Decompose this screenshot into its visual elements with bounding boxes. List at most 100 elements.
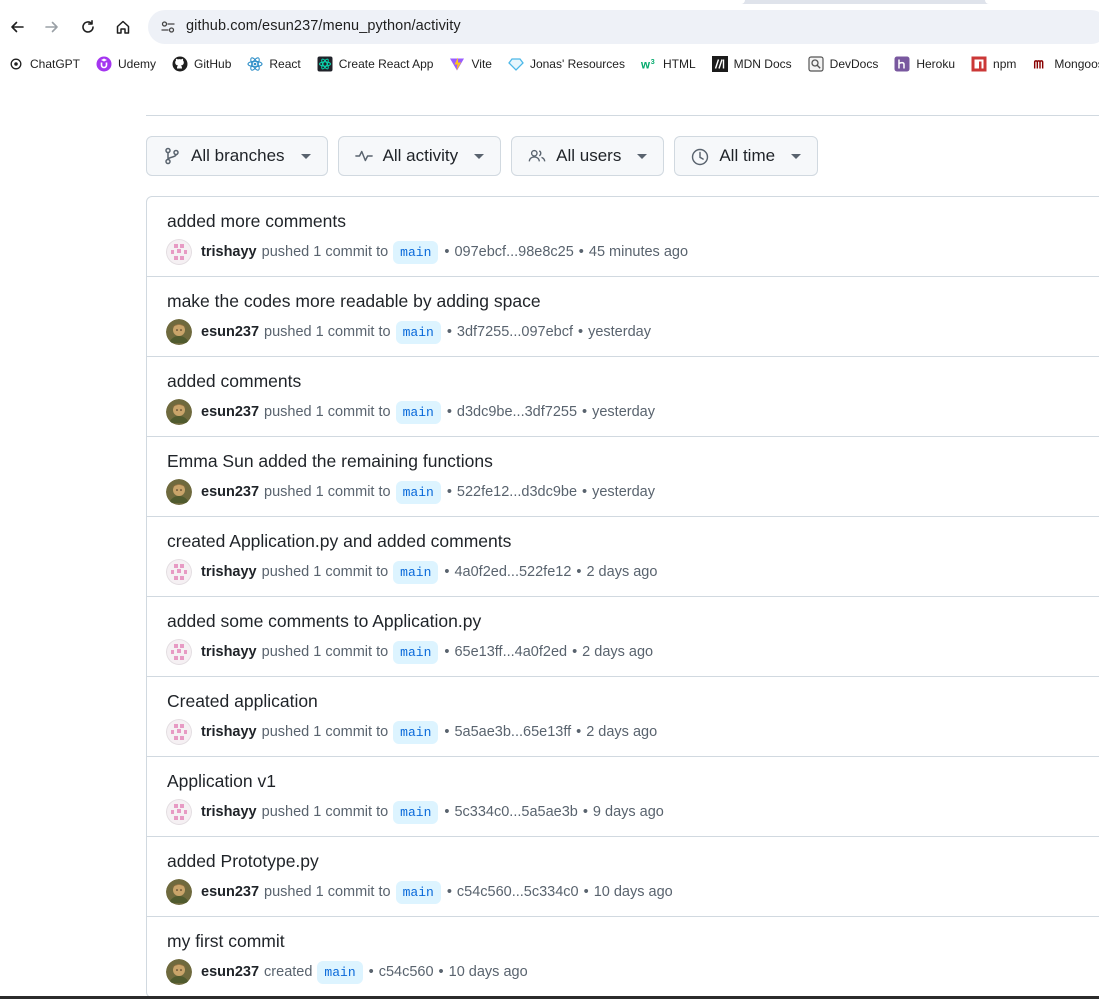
triangle-down-icon — [474, 153, 485, 159]
commit-message-link[interactable]: make the codes more readable by adding s… — [167, 291, 541, 312]
bookmark-mdn-docs[interactable]: MDN Docs — [704, 52, 800, 76]
avatar-photo[interactable] — [166, 479, 192, 505]
avatar-identicon[interactable] — [166, 719, 192, 745]
npm-icon — [971, 56, 987, 72]
activity-meta: trishayy pushed 1 commit to main • 5a5ae3b..… — [166, 719, 657, 745]
active-tab[interactable] — [0, 0, 745, 4]
commit-message-link[interactable]: my first commit — [167, 931, 285, 952]
branch-label[interactable]: main — [395, 400, 441, 424]
separator-dot: • — [438, 964, 444, 980]
avatar-photo[interactable] — [166, 319, 192, 345]
branch-label[interactable]: main — [395, 480, 441, 504]
bookmark-html[interactable]: w 3 HTML — [633, 52, 704, 76]
activity-row: added more comments trishayy pushed 1 comm… — [147, 197, 1099, 277]
arrow-right-icon — [45, 21, 58, 33]
filter-all-branches-button[interactable]: All branches — [146, 136, 328, 176]
commit-message-link[interactable]: created Application.py and added comment… — [167, 531, 511, 552]
commit-range-link[interactable]: d3dc9be...3df7255 — [457, 404, 577, 420]
branch-label[interactable]: main — [395, 320, 441, 344]
relative-time: 10 days ago — [448, 964, 528, 980]
branch-label[interactable]: main — [317, 960, 363, 984]
commit-message-link[interactable]: Application v1 — [167, 771, 276, 792]
commit-message-link[interactable]: added Prototype.py — [167, 851, 319, 872]
relative-time: yesterday — [592, 404, 655, 420]
branch-label[interactable]: main — [393, 720, 439, 744]
username-link[interactable]: esun237 — [201, 964, 259, 980]
triangle-down-icon — [300, 153, 311, 159]
mdn-icon — [711, 56, 728, 72]
username-link[interactable]: esun237 — [201, 324, 259, 340]
commit-message-link[interactable]: Created application — [167, 691, 318, 712]
bookmark-devdocs[interactable]: DevDocs — [800, 52, 887, 76]
bookmark-vite[interactable]: Vite — [441, 52, 499, 76]
commit-message-link[interactable]: Emma Sun added the remaining functions — [167, 451, 493, 472]
username-link[interactable]: esun237 — [201, 404, 259, 420]
separator-dot: • — [446, 324, 452, 340]
branch-label[interactable]: main — [393, 640, 439, 664]
bookmark-jonas-resources[interactable]: Jonas' Resources — [500, 52, 633, 76]
action-text: pushed 1 commit to — [261, 804, 389, 820]
bookmark-react[interactable]: React — [239, 52, 308, 76]
avatar-identicon[interactable] — [166, 239, 192, 265]
home-button[interactable] — [108, 12, 138, 42]
triangle-down-icon — [637, 153, 648, 159]
avatar-identicon[interactable] — [166, 799, 192, 825]
relative-time: 45 minutes ago — [588, 244, 689, 260]
branch-label[interactable]: main — [393, 800, 439, 824]
bookmark-mongoose[interactable]: Mongoose — [1024, 52, 1099, 76]
commit-range-link[interactable]: 522fe12...d3dc9be — [457, 484, 577, 500]
activity-row: Created application trishayy pushed 1 comm… — [147, 677, 1099, 757]
separator-dot: • — [572, 644, 578, 660]
username-link[interactable]: trishayy — [201, 804, 257, 820]
username-link[interactable]: esun237 — [201, 884, 259, 900]
username-link[interactable]: trishayy — [201, 244, 257, 260]
commit-message-link[interactable]: added some comments to Application.py — [167, 611, 481, 632]
commit-message-link[interactable]: added comments — [167, 371, 301, 392]
commit-range-link[interactable]: 4a0f2ed...522fe12 — [454, 564, 571, 580]
bookmark-chatgpt[interactable]: ChatGPT — [0, 52, 88, 76]
username-link[interactable]: trishayy — [201, 724, 257, 740]
bookmark-label: npm — [993, 57, 1017, 71]
bookmark-heroku[interactable]: Heroku — [886, 52, 963, 76]
back-button[interactable] — [2, 12, 32, 42]
w3-icon: w3 — [641, 56, 657, 72]
branch-label[interactable]: main — [393, 240, 439, 264]
inactive-tab[interactable] — [985, 0, 1099, 4]
commit-range-link[interactable]: c54c560 — [379, 964, 434, 980]
branch-label[interactable]: main — [393, 560, 439, 584]
filter-all-users-button[interactable]: All users — [511, 136, 665, 176]
commit-range-link[interactable]: 3df7255...097ebcf — [457, 324, 573, 340]
github-icon — [172, 56, 188, 72]
separator-dot: • — [576, 724, 582, 740]
avatar-photo[interactable] — [166, 399, 192, 425]
commit-range-link[interactable]: 65e13ff...4a0f2ed — [454, 644, 567, 660]
avatar-identicon[interactable] — [166, 559, 192, 585]
username-link[interactable]: trishayy — [201, 564, 257, 580]
commit-range-link[interactable]: 097ebcf...98e8c25 — [454, 244, 573, 260]
commit-range-link[interactable]: 5a5ae3b...65e13ff — [454, 724, 571, 740]
bookmark-label: React — [269, 57, 301, 71]
forward-button[interactable] — [37, 12, 67, 42]
avatar-photo[interactable] — [166, 879, 192, 905]
commit-range-link[interactable]: 5c334c0...5a5ae3b — [454, 804, 577, 820]
bookmark-create-react-app[interactable]: Create React App — [309, 52, 442, 76]
username-link[interactable]: esun237 — [201, 484, 259, 500]
activity-row: Application v1 trishayy pushed 1 commit to… — [147, 757, 1099, 837]
bookmark-npm[interactable]: npm — [963, 52, 1024, 76]
address-bar[interactable]: github.com/esun237/menu_python/activity — [148, 10, 1099, 44]
svg-text:3: 3 — [651, 58, 655, 66]
commit-range-link[interactable]: c54c560...5c334c0 — [457, 884, 579, 900]
commit-message-link[interactable]: added more comments — [167, 211, 346, 232]
bookmark-udemy[interactable]: Udemy — [88, 52, 164, 76]
reload-button[interactable] — [73, 12, 103, 42]
site-settings-icon[interactable] — [160, 19, 176, 35]
activity-meta: esun237 pushed 1 commit to main • c54c560...… — [166, 879, 673, 905]
username-link[interactable]: trishayy — [201, 644, 257, 660]
browser-chrome: github.com/esun237/menu_python/activity … — [0, 0, 1099, 86]
avatar-identicon[interactable] — [166, 639, 192, 665]
avatar-photo[interactable] — [166, 959, 192, 985]
filter-all-time-button[interactable]: All time — [674, 136, 819, 176]
branch-label[interactable]: main — [395, 880, 441, 904]
filter-all-activity-button[interactable]: All activity — [337, 136, 502, 176]
bookmark-github[interactable]: GitHub — [164, 52, 239, 76]
